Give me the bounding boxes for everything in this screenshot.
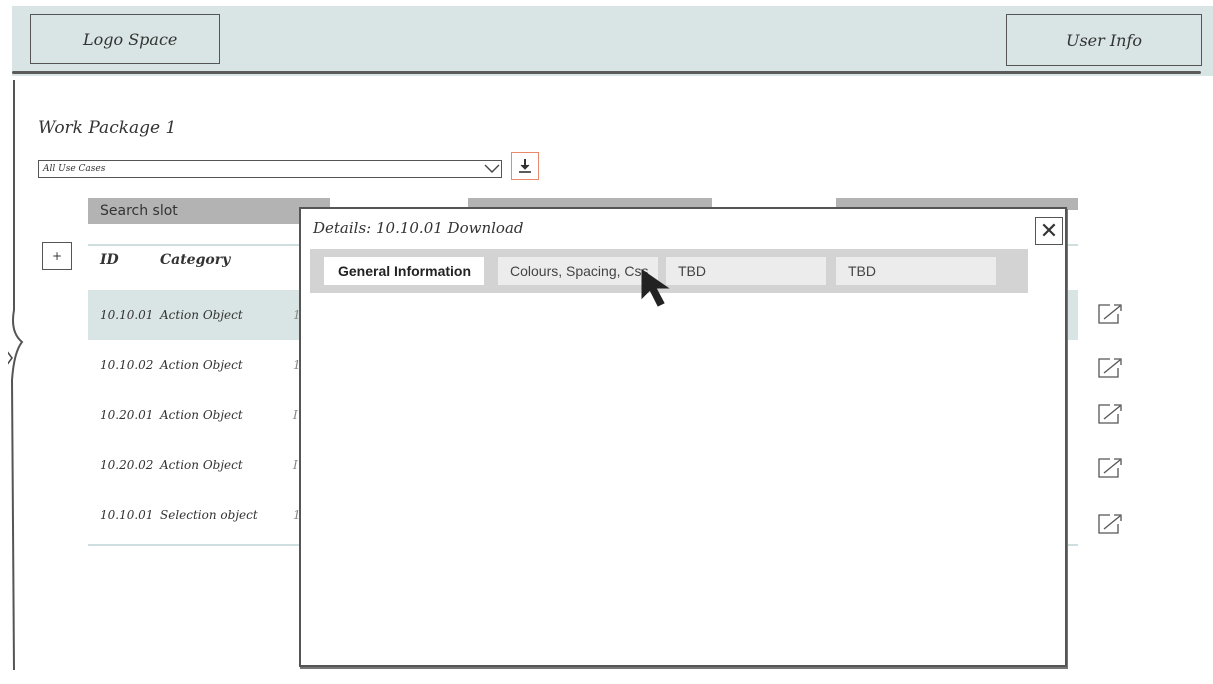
row-category: Selection object: [160, 508, 258, 522]
tab-label: TBD: [848, 263, 876, 279]
close-button[interactable]: ✕: [1035, 217, 1063, 245]
row-category: Action Object: [160, 358, 243, 372]
row-id: 10.10.02: [100, 358, 154, 372]
close-icon: ✕: [1039, 218, 1059, 244]
share-arrow-icon[interactable]: [1096, 302, 1124, 326]
row-cell: I: [293, 458, 298, 472]
header-divider: [12, 71, 1201, 74]
add-row-button[interactable]: +: [42, 242, 72, 270]
page-title: Work Package 1: [38, 118, 177, 138]
mouse-pointer-icon: [641, 269, 670, 307]
row-cell: I: [293, 408, 298, 422]
add-label: +: [51, 249, 63, 263]
share-arrow-icon[interactable]: [1096, 356, 1124, 380]
filter-value: All Use Cases: [43, 164, 106, 174]
column-header-category: Category: [160, 252, 231, 268]
use-case-filter-select[interactable]: All Use Cases: [38, 160, 502, 178]
logo-placeholder: Logo Space: [30, 14, 220, 64]
share-arrow-icon[interactable]: [1096, 402, 1124, 426]
modal-title: Details: 10.10.01 Download: [313, 219, 524, 237]
search-input[interactable]: Search slot: [88, 198, 330, 224]
row-id: 10.20.01: [100, 408, 154, 422]
download-button[interactable]: [511, 152, 539, 180]
chevron-right-icon: [8, 351, 13, 365]
tab-colours-spacing-css[interactable]: Colours, Spacing, Css: [498, 257, 658, 285]
row-category: Action Object: [160, 408, 243, 422]
row-id: 10.10.01: [100, 308, 154, 322]
share-arrow-icon[interactable]: [1096, 456, 1124, 480]
sidebar-toggle[interactable]: [8, 80, 28, 670]
user-info-label: User Info: [1065, 30, 1143, 50]
row-id: 10.10.01: [100, 508, 154, 522]
tab-label: Colours, Spacing, Css: [510, 263, 649, 279]
column-header-id: ID: [100, 252, 119, 268]
tab-label: General Information: [338, 263, 472, 279]
tab-label: TBD: [678, 263, 706, 279]
tab-general-information[interactable]: General Information: [324, 257, 484, 285]
tab-tbd-2[interactable]: TBD: [836, 257, 996, 285]
chevron-down-icon: [484, 164, 500, 173]
tab-tbd-1[interactable]: TBD: [666, 257, 826, 285]
row-category: Action Object: [160, 308, 243, 322]
logo-label: Logo Space: [83, 29, 178, 49]
row-id: 10.20.02: [100, 458, 154, 472]
search-placeholder: Search slot: [100, 203, 178, 219]
share-arrow-icon[interactable]: [1096, 512, 1124, 536]
download-icon: [519, 159, 531, 173]
details-modal: Details: 10.10.01 Download ✕ General Inf…: [299, 207, 1067, 667]
user-info-button[interactable]: User Info: [1006, 14, 1202, 66]
row-category: Action Object: [160, 458, 243, 472]
